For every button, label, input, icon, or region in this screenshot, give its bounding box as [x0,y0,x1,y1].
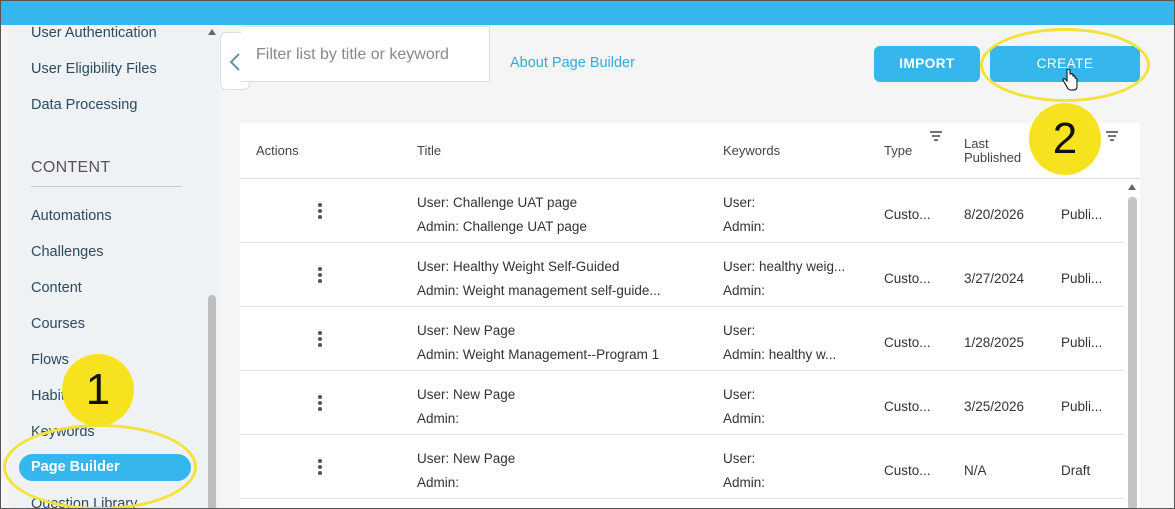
top-bar [1,1,1174,25]
sidebar-item-keywords[interactable]: Keywords [31,424,95,440]
app-window: User Authentication User Eligibility Fil… [0,0,1175,509]
row-status: Publi... [1061,207,1103,222]
row-last-published: 8/20/2026 [964,207,1025,222]
scroll-up-arrow-icon[interactable] [1128,184,1136,190]
row-title-user: User: Healthy Weight Self-Guided [417,259,620,274]
chevron-left-icon [229,53,240,71]
row-last-published: 1/28/2025 [964,335,1025,350]
row-title-admin: Admin: Challenge UAT page [417,219,587,234]
sidebar-item-question-library[interactable]: Question Library [31,496,137,508]
row-status: Publi... [1061,271,1103,286]
row-status: Publi... [1061,335,1103,350]
sidebar-section-heading: CONTENT [31,159,111,176]
sidebar-item-page-builder[interactable]: Page Builder [19,454,191,481]
row-actions-menu-icon[interactable] [317,267,323,285]
about-page-builder-link[interactable]: About Page Builder [510,55,635,71]
row-type: Custo... [884,335,931,350]
row-last-published: N/A [964,463,987,478]
row-keywords-user: User: [723,387,756,402]
column-header-last-published-line2[interactable]: Published [964,150,1021,165]
row-title-admin: Admin: [417,475,460,490]
row-status: Draft [1061,463,1091,478]
hand-cursor-icon [1062,69,1078,91]
row-type: Custo... [884,271,931,286]
row-type: Custo... [884,463,931,478]
row-type: Custo... [884,399,931,414]
step-badge-1: 1 [62,354,134,426]
row-title-user: User: New Page [417,451,516,466]
sidebar-scrollbar[interactable] [206,25,219,508]
row-keywords-admin: Admin: [723,475,766,490]
column-header-last-published-line1[interactable]: Last [964,136,989,151]
type-filter-icon[interactable] [930,131,942,141]
table-row[interactable]: User: Healthy Weight Self-Guided Admin: … [240,243,1125,307]
row-title-admin: Admin: [417,411,460,426]
table-scrollbar[interactable] [1125,179,1140,508]
row-keywords-admin: Admin: healthy w... [723,347,837,362]
step-badge-2: 2 [1029,103,1101,175]
row-actions-menu-icon[interactable] [317,459,323,477]
sidebar-divider [31,186,181,187]
row-keywords-admin: Admin: [723,219,766,234]
table-row[interactable]: User: Challenge UAT page Admin: Challeng… [240,179,1125,243]
row-status: Publi... [1061,399,1103,414]
table-scroll-thumb[interactable] [1128,197,1137,508]
row-keywords-admin: Admin: [723,283,766,298]
row-keywords-user: User: [723,451,756,466]
table-row[interactable]: User: New Page Admin: Weight Management-… [240,307,1125,371]
import-button[interactable]: IMPORT [874,46,980,82]
row-last-published: 3/27/2024 [964,271,1025,286]
sidebar-item-automations[interactable]: Automations [31,208,112,224]
sidebar-item-courses[interactable]: Courses [31,316,85,332]
row-title-admin: Admin: Weight management self-guide... [417,283,661,298]
pages-table: Actions Title Keywords Type Last Publish… [240,123,1140,508]
row-keywords-user: User: [723,195,756,210]
table-row[interactable]: User: New Page Admin: User: Admin: Custo… [240,371,1125,435]
column-header-title[interactable]: Title [417,143,441,158]
scroll-up-arrow-icon[interactable] [208,29,216,35]
status-filter-icon[interactable] [1106,131,1118,141]
sidebar-item-content[interactable]: Content [31,280,82,296]
column-header-actions: Actions [256,143,299,158]
row-actions-menu-icon[interactable] [317,203,323,221]
sidebar-scroll-thumb[interactable] [208,295,216,508]
filter-box [241,26,490,82]
sidebar-item-data-processing[interactable]: Data Processing [31,97,137,113]
row-keywords-admin: Admin: [723,411,766,426]
row-actions-menu-icon[interactable] [317,395,323,413]
row-type: Custo... [884,207,931,222]
row-keywords-user: User: healthy weig... [723,259,846,274]
sidebar: User Authentication User Eligibility Fil… [9,25,219,508]
table-row[interactable]: User: New Page Admin: User: Admin: Custo… [240,435,1125,499]
sidebar-item-flows[interactable]: Flows [31,352,69,368]
row-keywords-user: User: [723,323,756,338]
row-title-admin: Admin: Weight Management--Program 1 [417,347,660,362]
row-title-user: User: Challenge UAT page [417,195,578,210]
column-header-keywords[interactable]: Keywords [723,143,780,158]
sidebar-item-user-eligibility-files[interactable]: User Eligibility Files [31,61,157,77]
row-title-user: User: New Page [417,387,516,402]
sidebar-item-challenges[interactable]: Challenges [31,244,104,260]
row-last-published: 3/25/2026 [964,399,1025,414]
filter-input[interactable] [256,44,481,66]
sidebar-item-user-authentication[interactable]: User Authentication [31,25,157,41]
row-title-user: User: New Page [417,323,516,338]
column-header-type[interactable]: Type [884,143,912,158]
row-actions-menu-icon[interactable] [317,331,323,349]
